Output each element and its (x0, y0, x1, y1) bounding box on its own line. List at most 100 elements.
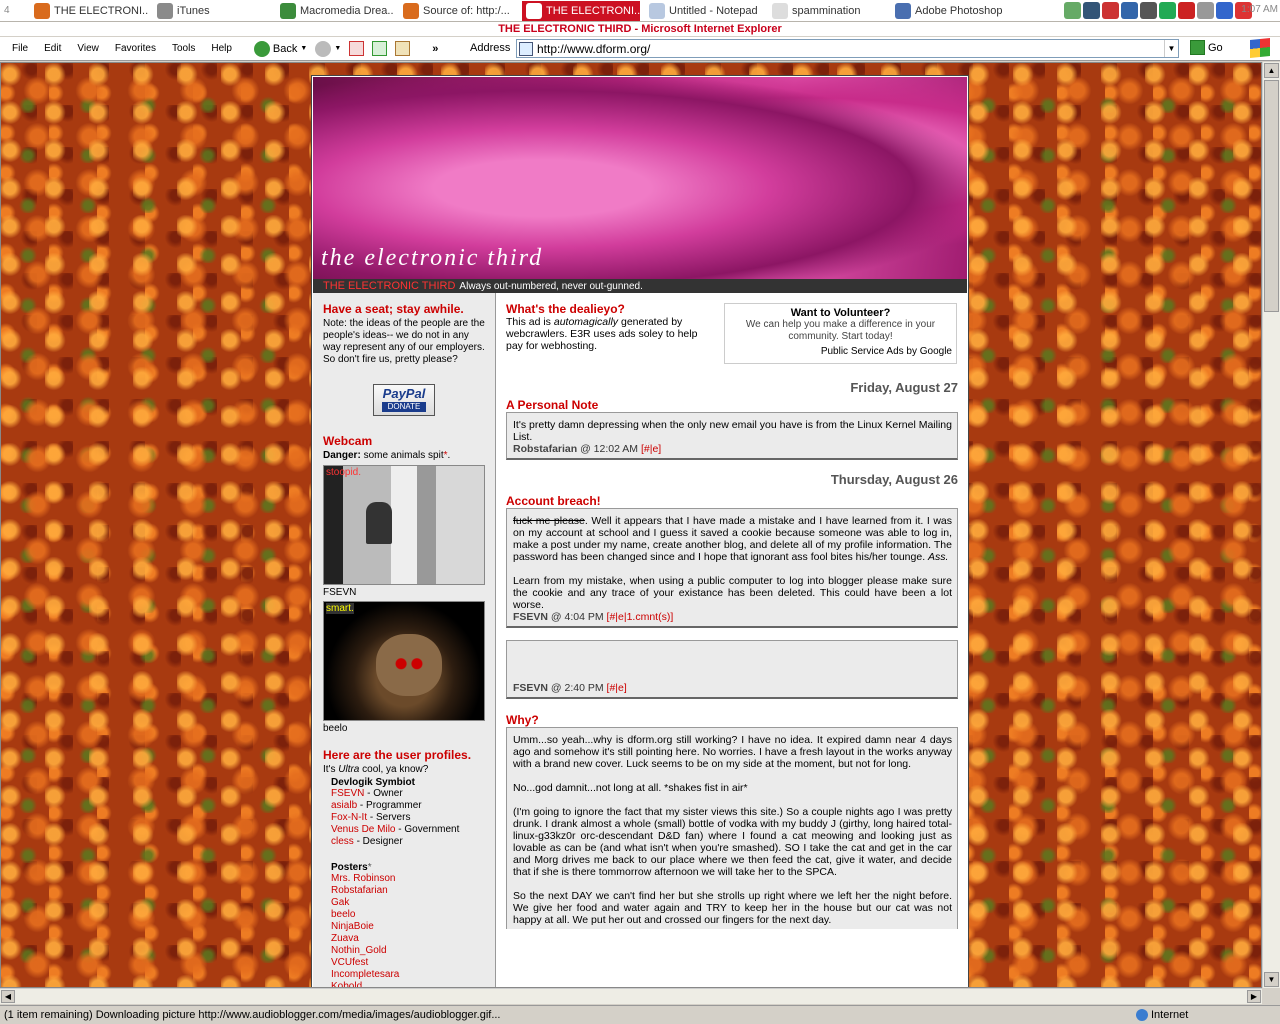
webcam-image-fsevn[interactable]: stoopid. (323, 465, 485, 585)
scroll-left-icon[interactable]: ◀ (1, 990, 15, 1003)
address-url: http://www.dform.org/ (537, 41, 651, 56)
posters-asterisk[interactable]: * (368, 862, 372, 873)
google-ad[interactable]: Want to Volunteer? We can help you make … (724, 303, 957, 364)
taskbar-button[interactable]: Macromedia Drea... (276, 1, 394, 21)
stop-button[interactable] (345, 41, 368, 56)
forward-button[interactable]: ▼ (311, 40, 345, 57)
tray-icon[interactable] (1197, 2, 1214, 19)
taskbar-button[interactable]: spammination (768, 1, 886, 21)
address-label: Address (470, 42, 511, 54)
vertical-scrollbar[interactable]: ▲ ▼ (1262, 62, 1280, 988)
menu-help[interactable]: Help (203, 43, 240, 54)
post-title[interactable]: A Personal Note (506, 398, 958, 412)
home-button[interactable] (391, 41, 414, 56)
back-dropdown-icon[interactable]: ▼ (300, 45, 307, 52)
poster-link[interactable]: NinjaBoie (331, 921, 485, 933)
webcam-image-beelo[interactable]: smart. (323, 601, 485, 721)
tray-icon[interactable] (1178, 2, 1195, 19)
page-viewport[interactable]: the electronic third THE ELECTRONIC THIR… (0, 62, 1262, 988)
tray-icon[interactable] (1216, 2, 1233, 19)
status-bar: (1 item remaining) Downloading picture h… (0, 1005, 1280, 1024)
address-input[interactable]: http://www.dform.org/ ▼ (516, 39, 1179, 58)
post-author[interactable]: Robstafarian (513, 443, 577, 455)
post-links[interactable]: [#|e] (641, 443, 661, 455)
member-row: asialb - Programmer (331, 800, 485, 812)
taskbar-button[interactable]: THE ELECTRONI... (30, 1, 148, 21)
poster-link[interactable]: Kobold (331, 981, 485, 987)
member-link[interactable]: Venus De Milo (331, 824, 395, 835)
ad-footer-link[interactable]: Public Service Ads by Google (725, 346, 956, 357)
toolbar-overflow-chevron-icon[interactable]: » (428, 43, 442, 55)
taskbar-button[interactable]: THE ELECTRONI... (522, 0, 640, 21)
stop-icon (349, 41, 365, 56)
poster-link[interactable]: Nothin_Gold (331, 945, 485, 957)
post-links[interactable]: [#|e|1.cmnt(s)] (607, 611, 674, 623)
refresh-icon (372, 41, 388, 56)
danger-label: Danger: (323, 450, 361, 461)
menu-file[interactable]: File (4, 43, 36, 54)
ad-intro-part: This ad is (506, 316, 554, 328)
go-label: Go (1208, 41, 1223, 54)
taskbar-button[interactable]: Source of: http:/... (399, 1, 517, 21)
post-author[interactable]: FSEVN (513, 611, 548, 623)
poster-link[interactable]: Incompletesara (331, 969, 485, 981)
tray-icon[interactable] (1102, 2, 1119, 19)
address-dropdown-icon[interactable]: ▼ (1164, 40, 1178, 57)
member-link[interactable]: asialb (331, 800, 357, 811)
horizontal-scrollbar[interactable]: ◀ ▶ (0, 988, 1262, 1004)
asterisk-link[interactable]: * (444, 450, 448, 461)
member-link[interactable]: Fox-N-It (331, 812, 367, 823)
ad-title[interactable]: Want to Volunteer? (725, 307, 956, 319)
poster-link[interactable]: VCUfest (331, 957, 485, 969)
post-author[interactable]: FSEVN (513, 682, 548, 694)
menu-view[interactable]: View (69, 43, 107, 54)
tray-icon[interactable] (1121, 2, 1138, 19)
ie-icon (526, 2, 542, 19)
scroll-up-icon[interactable]: ▲ (1264, 63, 1279, 78)
scroll-thumb[interactable] (1264, 80, 1279, 312)
spam-icon (772, 2, 788, 19)
taskbar: 4 THE ELECTRONI... iTunes Macromedia Drea.… (0, 0, 1280, 22)
poster-link[interactable]: beelo (331, 909, 485, 921)
danger-text: some animals spit (363, 450, 444, 461)
post-meta: Robstafarian @ 12:02 AM [#|e] (513, 443, 952, 455)
post-title[interactable]: Account breach! (506, 494, 958, 508)
browser-toolbar: File Edit View Favorites Tools Help Back… (0, 37, 1280, 61)
menu-tools[interactable]: Tools (164, 43, 203, 54)
post-title[interactable]: Why? (506, 713, 958, 727)
group-posters-heading: Posters* (331, 862, 485, 873)
poster-link[interactable]: Robstafarian (331, 885, 485, 897)
post-text: Umm...so yeah...why is dform.org still w… (513, 734, 952, 770)
taskbar-button[interactable]: iTunes (153, 1, 271, 21)
paypal-donate-button[interactable]: PayPal DONATE (373, 384, 435, 416)
post-links[interactable]: [#|e] (607, 682, 627, 694)
webcam-warning: Danger: some animals spit*. (323, 450, 451, 461)
scroll-down-icon[interactable]: ▼ (1264, 972, 1279, 987)
menu-edit[interactable]: Edit (36, 43, 69, 54)
poster-link[interactable]: Gak (331, 897, 485, 909)
tray-icon[interactable] (1140, 2, 1157, 19)
refresh-button[interactable] (368, 41, 391, 56)
taskbar-button[interactable]: Adobe Photoshop (891, 1, 1009, 21)
tray-icon[interactable] (1159, 2, 1176, 19)
post-time: @ 12:02 AM (577, 443, 641, 455)
taskbar-button[interactable]: Untitled - Notepad (645, 1, 763, 21)
forward-dropdown-icon[interactable]: ▼ (334, 45, 341, 52)
post-meta: FSEVN @ 4:04 PM [#|e|1.cmnt(s)] (513, 611, 952, 623)
member-link[interactable]: FSEVN (331, 788, 364, 799)
taskbar-button-label: spammination (792, 4, 861, 17)
firefox-icon (403, 2, 419, 19)
zone-label: Internet (1151, 1009, 1189, 1021)
paypal-logo: PayPal (382, 386, 426, 401)
webcam-label: stoopid. (326, 467, 362, 478)
tray-icon[interactable] (1083, 2, 1100, 19)
scroll-right-icon[interactable]: ▶ (1247, 990, 1261, 1003)
back-button[interactable]: Back ▼ (250, 40, 311, 57)
go-button[interactable]: Go (1186, 40, 1227, 55)
menu-favorites[interactable]: Favorites (107, 43, 164, 54)
member-link[interactable]: cless (331, 836, 354, 847)
poster-link[interactable]: Mrs. Robinson (331, 873, 485, 885)
post-text: No...god damnit...not long at all. *shak… (513, 782, 748, 794)
tray-icon[interactable] (1064, 2, 1081, 19)
poster-link[interactable]: Zuava (331, 933, 485, 945)
